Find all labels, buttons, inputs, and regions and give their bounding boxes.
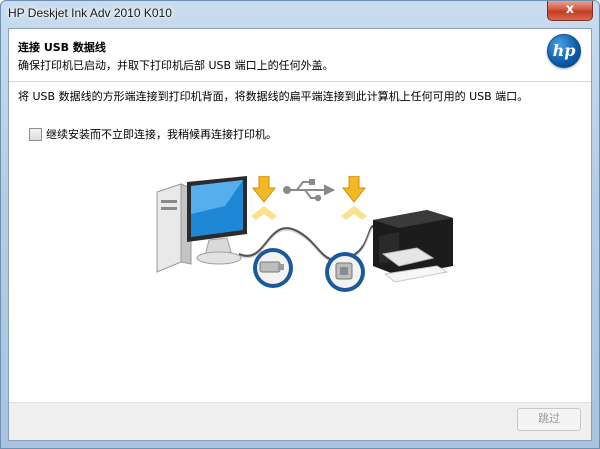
usb-square-connector-icon	[325, 252, 365, 292]
instruction-text: 将 USB 数据线的方形端连接到打印机背面，将数据线的扁平端连接到此计算机上任何…	[18, 90, 529, 103]
dialog-client: 连接 USB 数据线 确保打印机已启动，并取下打印机后部 USB 端口上的任何外…	[8, 28, 592, 441]
dialog-header: 连接 USB 数据线 确保打印机已启动，并取下打印机后部 USB 端口上的任何外…	[9, 29, 591, 82]
connect-later-label[interactable]: 继续安装而不立即连接，我稍候再连接打印机。	[46, 126, 277, 142]
skip-button[interactable]: 跳过	[517, 408, 581, 431]
hp-logo: hp	[547, 34, 581, 68]
usb-connection-illustration	[156, 176, 453, 292]
connect-later-checkbox[interactable]	[29, 127, 42, 141]
usb-flat-connector-icon	[253, 248, 293, 288]
content-panel: 将 USB 数据线的方形端连接到打印机背面，将数据线的扁平端连接到此计算机上任何…	[9, 82, 591, 402]
installer-window: HP Deskjet Ink Adv 2010 K010 x 连接 USB 数据…	[0, 0, 600, 449]
window-title: HP Deskjet Ink Adv 2010 K010	[8, 6, 172, 20]
close-button[interactable]: x	[547, 1, 593, 21]
footer-divider	[9, 402, 591, 403]
page-title: 连接 USB 数据线	[18, 41, 106, 54]
connect-later-option[interactable]: 继续安装而不立即连接，我稍候再连接打印机。	[29, 126, 277, 142]
usb-symbol-icon	[283, 179, 336, 202]
title-bar[interactable]: HP Deskjet Ink Adv 2010 K010 x	[1, 1, 599, 27]
hp-logo-text: hp	[552, 41, 576, 60]
arrow-down-icon	[251, 176, 277, 203]
arrow-down-icon	[341, 176, 367, 203]
page-subtitle: 确保打印机已启动，并取下打印机后部 USB 端口上的任何外盖。	[18, 59, 334, 72]
computer-icon	[156, 176, 247, 273]
printer-icon	[373, 210, 453, 283]
